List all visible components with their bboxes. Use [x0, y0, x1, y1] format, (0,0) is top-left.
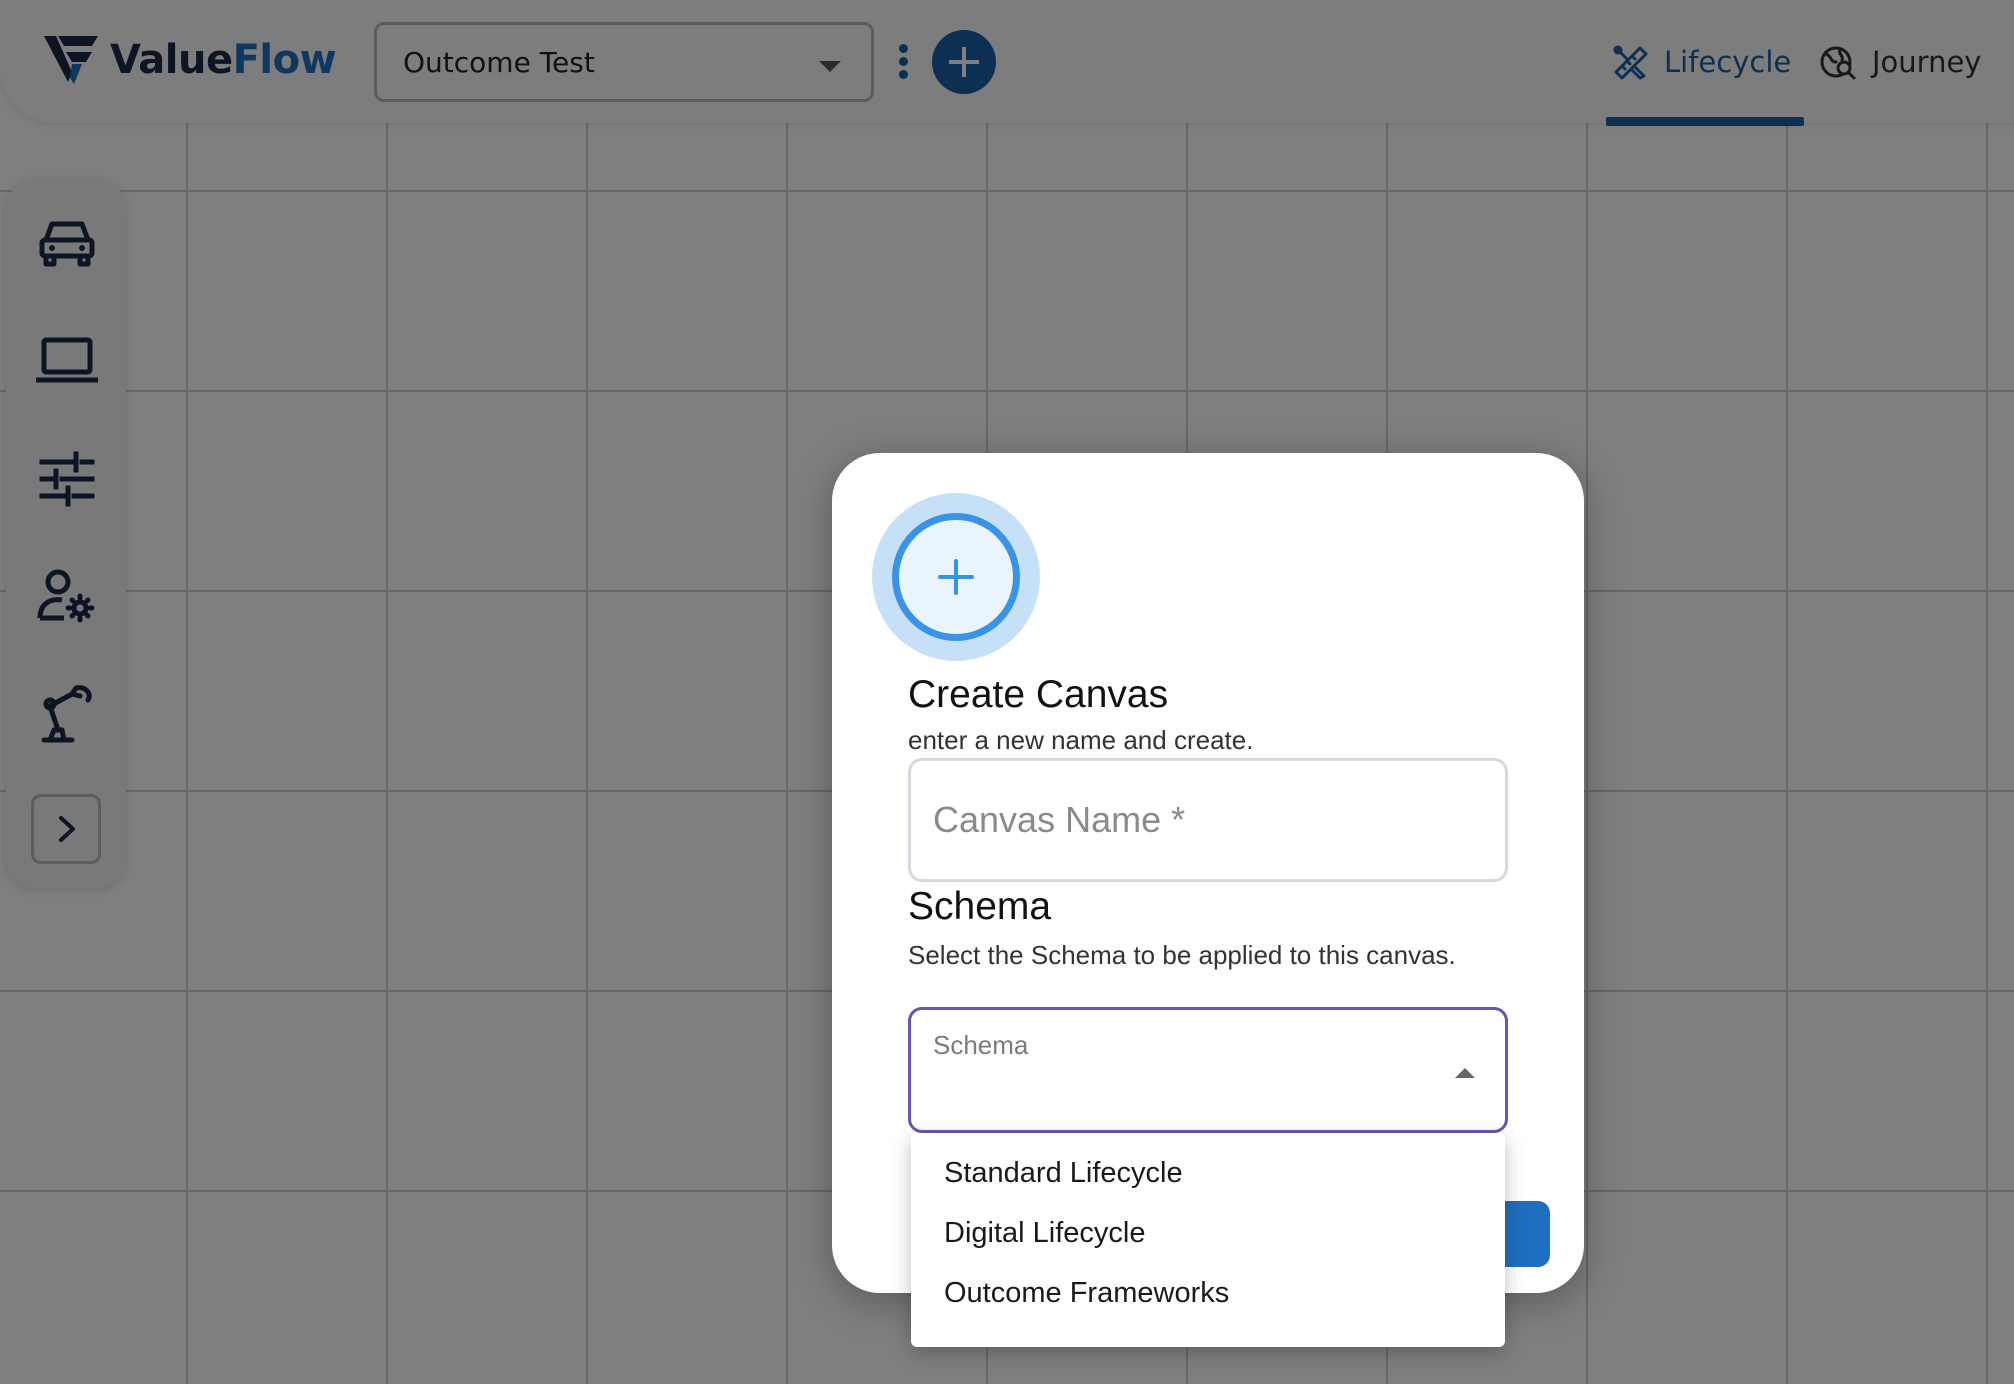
dialog-title: Create Canvas	[908, 673, 1169, 716]
schema-select[interactable]: Schema	[908, 1007, 1508, 1133]
canvas-name-input[interactable]	[908, 758, 1508, 882]
schema-description: Select the Schema to be applied to this …	[908, 940, 1456, 970]
dialog-subtitle: enter a new name and create.	[908, 725, 1254, 755]
schema-option-outcome-frameworks[interactable]: Outcome Frameworks	[911, 1263, 1505, 1323]
schema-option-digital-lifecycle[interactable]: Digital Lifecycle	[911, 1203, 1505, 1263]
schema-options-menu: Standard Lifecycle Digital Lifecycle Out…	[911, 1133, 1505, 1347]
schema-select-label: Schema	[933, 1030, 1029, 1060]
schema-option-standard-lifecycle[interactable]: Standard Lifecycle	[911, 1143, 1505, 1203]
plus-icon	[892, 513, 1020, 641]
caret-up-icon	[1455, 1068, 1475, 1078]
dialog-icon-halo	[872, 493, 1040, 661]
schema-heading: Schema	[908, 885, 1052, 928]
